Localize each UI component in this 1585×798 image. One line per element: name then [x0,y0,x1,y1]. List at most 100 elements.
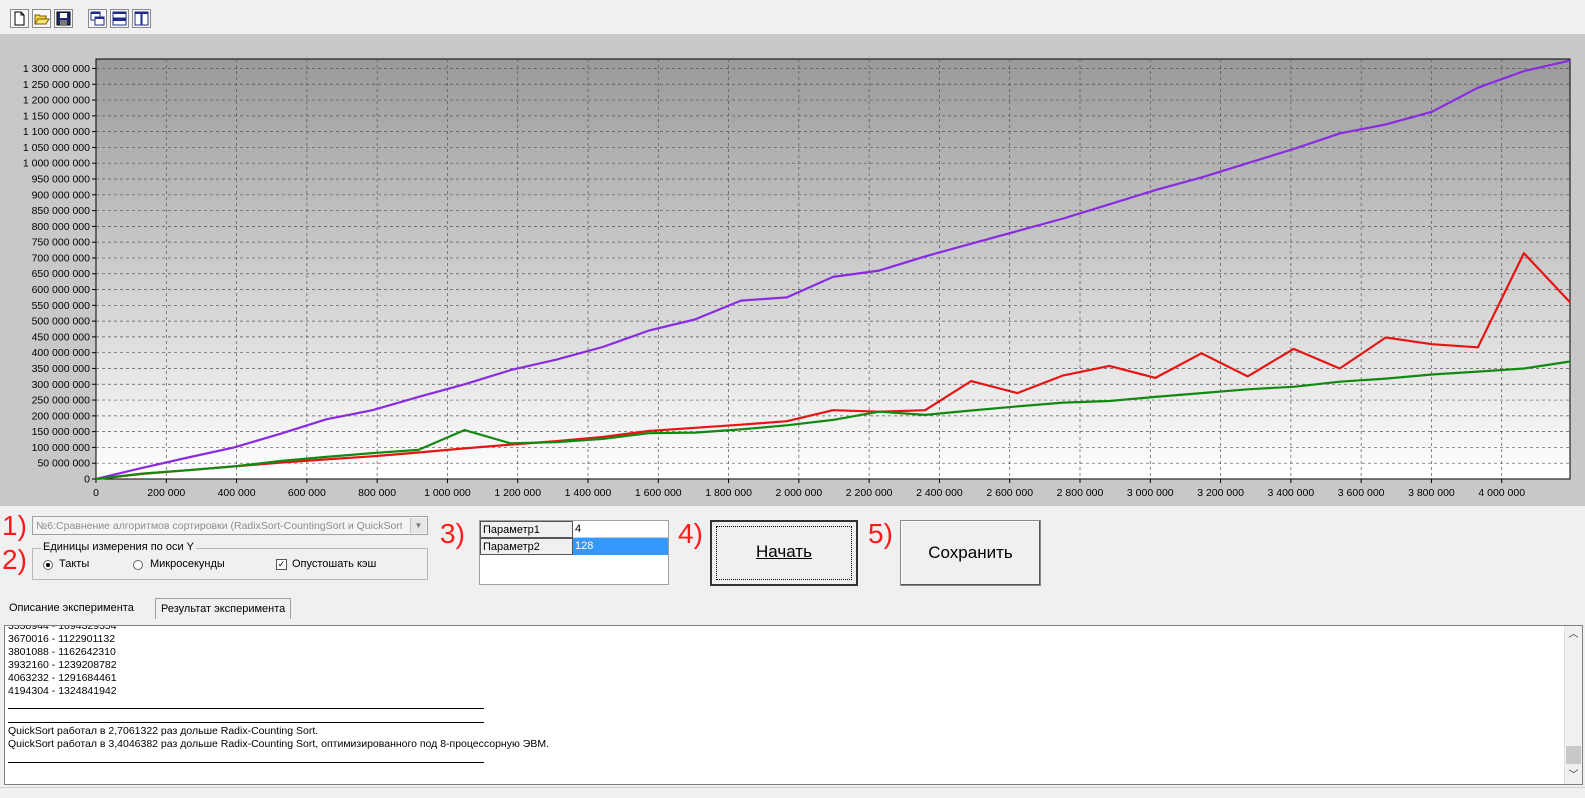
results-memo[interactable]: 3538944 - 1094329354 3670016 - 112290113… [4,625,1583,785]
y-tick-label: 400 000 000 [32,347,91,359]
y-tick-label: 1 150 000 000 [23,110,90,122]
result-line: 3801088 - 1162642310 [8,646,116,658]
y-tick-label: 1 100 000 000 [23,126,90,138]
x-tick-label: 3 800 000 [1408,487,1455,499]
y-tick-label: 1 050 000 000 [23,142,90,154]
radio-microseconds[interactable] [133,560,143,570]
x-tick-label: 2 600 000 [986,487,1033,499]
x-tick-label: 3 600 000 [1338,487,1385,499]
save-disk-icon[interactable] [54,9,73,28]
y-units-group: Единицы измерения по оси Y Такты Микросе… [32,541,428,580]
y-tick-label: 800 000 000 [32,221,91,233]
y-tick-label: 0 [84,474,90,486]
separator-line [8,708,484,709]
x-tick-label: 3 400 000 [1267,487,1314,499]
y-tick-label: 200 000 000 [32,410,91,422]
y-tick-label: 350 000 000 [32,363,91,375]
summary-line: QuickSort работал в 3,4046382 раз дольше… [8,738,549,750]
save-button-label: Сохранить [928,543,1013,562]
x-tick-label: 600 000 [288,487,326,499]
vertical-scrollbar[interactable]: ︿ ﹀ [1564,626,1582,784]
tab-result[interactable]: Результат эксперимента [155,598,292,619]
radio-ticks-label: Такты [59,558,90,570]
x-tick-label: 400 000 [218,487,256,499]
y-tick-label: 1 250 000 000 [23,79,90,91]
x-tick-label: 4 000 000 [1478,487,1525,499]
step-marker-5: 5) [868,518,893,549]
open-folder-icon[interactable] [32,9,51,28]
flush-cache-label: Опустошать кэш [292,558,377,570]
y-tick-label: 250 000 000 [32,395,91,407]
start-button-label: Начать [756,542,812,561]
separator-line [8,722,484,723]
summary-line: QuickSort работал в 2,7061322 раз дольше… [8,725,319,737]
result-line: 4063232 - 1291684461 [8,672,117,684]
start-button[interactable]: Начать [710,520,858,586]
param-2-name: Параметр2 [480,538,573,555]
y-tick-label: 750 000 000 [32,237,91,249]
status-bar [0,787,1585,798]
chevron-down-icon[interactable]: ▼ [410,518,426,533]
x-tick-label: 1 400 000 [565,487,612,499]
separator-line [8,762,484,763]
x-tick-label: 3 200 000 [1197,487,1244,499]
y-tick-label: 1 200 000 000 [23,95,90,107]
chart-panel: 0 50 000 000 100 000 000 150 000 000 200 000… [0,34,1585,506]
x-tick-label: 1 800 000 [705,487,752,499]
y-tick-label: 450 000 000 [32,331,91,343]
y-tick-label: 300 000 000 [32,379,91,391]
y-tick-label: 850 000 000 [32,205,91,217]
y-tick-label: 100 000 000 [32,442,91,454]
y-tick-label: 600 000 000 [32,284,91,296]
x-tick-label: 2 200 000 [846,487,893,499]
param-1-name: Параметр1 [480,521,573,538]
radio-ticks[interactable] [43,560,53,570]
x-tick-label: 0 [93,487,99,499]
result-line: 3932160 - 1239208782 [8,659,117,671]
step-marker-2: 2) [2,544,27,575]
x-tick-label: 2 000 000 [775,487,822,499]
y-tick-label: 50 000 000 [37,458,90,470]
radio-selected-dot [46,563,50,567]
y-tick-label: 700 000 000 [32,252,91,264]
y-tick-label: 150 000 000 [32,426,91,438]
experiment-select-value: №6:Сравнение алгоритмов сортировки (Radi… [36,520,402,532]
x-tick-label: 1 600 000 [635,487,682,499]
y-tick-label: 1 300 000 000 [23,63,90,75]
x-tick-label: 2 400 000 [916,487,963,499]
step-marker-3: 3) [440,518,465,549]
param-1-value[interactable]: 4 [573,521,668,538]
y-tick-label: 550 000 000 [32,300,91,312]
save-button[interactable]: Сохранить [900,520,1041,586]
flush-cache-checkbox[interactable]: ✓ [276,559,287,570]
y-tick-label: 1 000 000 000 [23,158,90,170]
tab-bar: Описание эксперимента Результат эксперим… [0,598,1585,620]
tile-horizontal-icon[interactable] [110,9,129,28]
result-line: 3670016 - 1122901132 [8,633,116,645]
scroll-up-icon[interactable]: ︿ [1565,626,1582,643]
x-tick-label: 1 200 000 [494,487,541,499]
radio-microseconds-label: Микросекунды [150,558,225,570]
result-line: 4194304 - 1324841942 [8,685,117,697]
x-tick-label: 1 000 000 [424,487,471,499]
tab-description[interactable]: Описание эксперимента [4,598,139,619]
scroll-thumb[interactable] [1566,746,1581,764]
param-2-value[interactable]: 128 [573,538,668,555]
step-marker-4: 4) [678,518,703,549]
y-tick-label: 500 000 000 [32,316,91,328]
result-line: 3538944 - 1094329354 [8,625,117,632]
step-marker-1: 1) [2,510,27,541]
y-tick-label: 650 000 000 [32,268,91,280]
x-tick-label: 2 800 000 [1057,487,1104,499]
tile-vertical-icon[interactable] [132,9,151,28]
x-tick-label: 3 000 000 [1127,487,1174,499]
plot-area [95,58,1571,480]
scroll-down-icon[interactable]: ﹀ [1565,767,1582,784]
cascade-windows-icon[interactable] [88,9,107,28]
x-tick-label: 200 000 [147,487,185,499]
experiment-select[interactable]: №6:Сравнение алгоритмов сортировки (Radi… [32,516,428,535]
toolbar [0,0,1585,35]
y-tick-label: 900 000 000 [32,189,91,201]
new-file-icon[interactable] [10,9,29,28]
line-chart: 0 50 000 000 100 000 000 150 000 000 200 000… [23,58,1571,499]
